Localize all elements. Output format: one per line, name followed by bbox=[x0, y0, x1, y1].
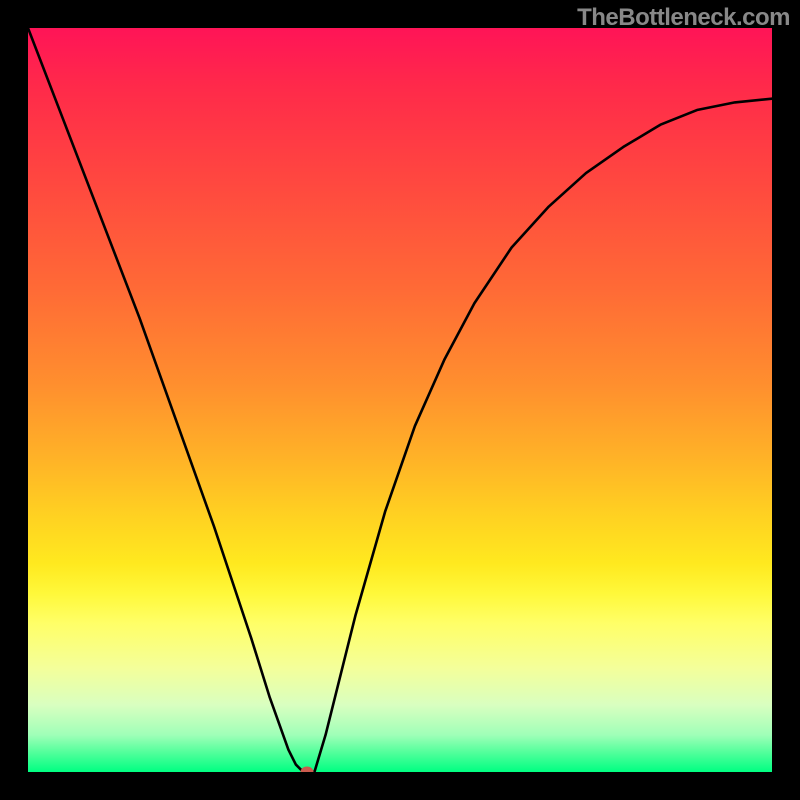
optimal-point-marker bbox=[301, 767, 314, 773]
chart-frame: TheBottleneck.com bbox=[0, 0, 800, 800]
plot-area bbox=[28, 28, 772, 772]
bottleneck-curve bbox=[28, 28, 772, 772]
watermark-text: TheBottleneck.com bbox=[577, 4, 790, 32]
